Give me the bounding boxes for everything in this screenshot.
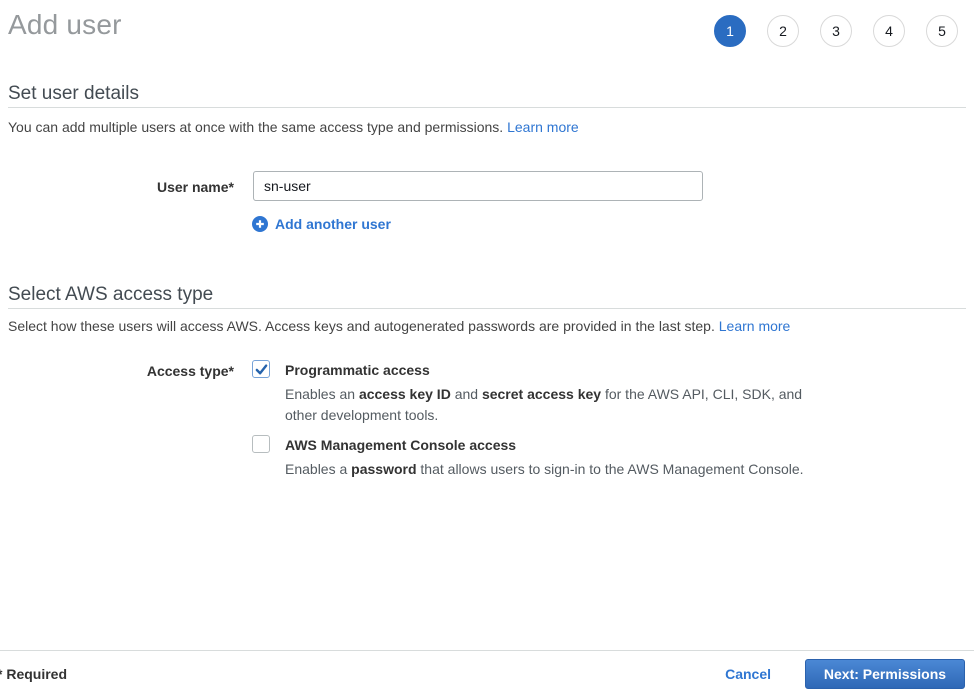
wizard-step-1[interactable]: 1 (714, 15, 746, 47)
desc-text: and (451, 386, 482, 402)
wizard-step-3[interactable]: 3 (820, 15, 852, 47)
username-label: User name* (0, 179, 234, 195)
footer-actions: Cancel Next: Permissions (725, 651, 965, 697)
wizard-step-2[interactable]: 2 (767, 15, 799, 47)
console-access-checkbox[interactable] (252, 435, 270, 453)
learn-more-link-user-details[interactable]: Learn more (507, 119, 579, 135)
required-note: * Required (0, 651, 67, 697)
wizard-step-4[interactable]: 4 (873, 15, 905, 47)
learn-more-link-access-type[interactable]: Learn more (719, 318, 791, 334)
programmatic-access-description: Enables an access key ID and secret acce… (285, 384, 810, 426)
plus-circle-icon (252, 216, 268, 232)
access-type-intro-text: Select how these users will access AWS. … (8, 318, 719, 334)
desc-bold: access key ID (359, 386, 451, 402)
username-input[interactable] (253, 171, 703, 201)
access-type-label: Access type* (0, 363, 234, 379)
desc-bold: password (351, 461, 416, 477)
console-access-title: AWS Management Console access (285, 437, 516, 453)
add-another-user-label: Add another user (275, 216, 391, 232)
cancel-button[interactable]: Cancel (725, 666, 771, 682)
console-access-description: Enables a password that allows users to … (285, 459, 810, 480)
wizard-step-5[interactable]: 5 (926, 15, 958, 47)
user-details-intro-text: You can add multiple users at once with … (8, 119, 507, 135)
section-heading-user-details: Set user details (8, 83, 139, 105)
programmatic-access-checkbox[interactable] (252, 360, 270, 378)
access-type-intro: Select how these users will access AWS. … (8, 318, 790, 334)
user-details-intro: You can add multiple users at once with … (8, 119, 579, 135)
desc-bold: secret access key (482, 386, 601, 402)
next-permissions-button[interactable]: Next: Permissions (805, 659, 965, 689)
required-asterisk: * (0, 666, 2, 682)
add-user-page: Add user 1 2 3 4 5 Set user details You … (0, 0, 974, 697)
divider (8, 308, 966, 309)
section-heading-access-type: Select AWS access type (8, 284, 213, 306)
wizard-steps: 1 2 3 4 5 (714, 15, 958, 47)
add-another-user-button[interactable]: Add another user (252, 216, 391, 232)
desc-text: Enables an (285, 386, 359, 402)
required-label: Required (6, 666, 67, 682)
divider (8, 107, 966, 108)
programmatic-access-title: Programmatic access (285, 362, 430, 378)
desc-text: that allows users to sign-in to the AWS … (417, 461, 804, 477)
page-title: Add user (8, 9, 122, 41)
wizard-footer: * Required Cancel Next: Permissions (0, 650, 974, 697)
desc-text: Enables a (285, 461, 351, 477)
checkmark-icon (255, 363, 268, 376)
